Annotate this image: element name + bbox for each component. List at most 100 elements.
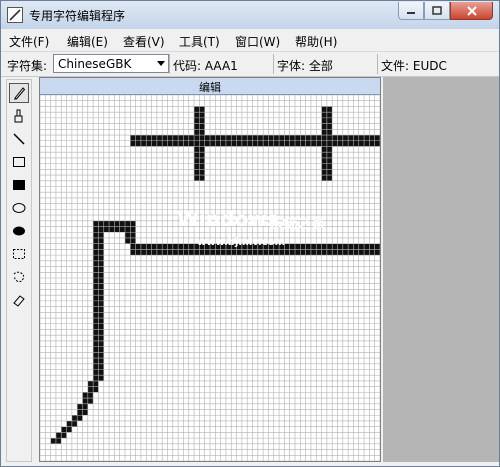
filled-cell[interactable] xyxy=(93,283,99,290)
filled-cell[interactable] xyxy=(98,243,104,250)
filled-cell[interactable] xyxy=(305,135,311,141)
filled-cell[interactable] xyxy=(321,106,327,113)
pencil-tool[interactable] xyxy=(9,83,29,103)
filled-cell[interactable] xyxy=(93,300,99,307)
filled-cell[interactable] xyxy=(50,438,56,444)
filled-cell[interactable] xyxy=(300,135,306,141)
filled-cell[interactable] xyxy=(321,140,327,147)
filled-cell[interactable] xyxy=(326,169,333,176)
filled-cell[interactable] xyxy=(93,220,99,227)
filled-cell[interactable] xyxy=(98,358,104,364)
filled-cell[interactable] xyxy=(194,112,200,118)
filled-cell[interactable] xyxy=(210,135,216,141)
filled-cell[interactable] xyxy=(93,358,99,364)
filled-cell[interactable] xyxy=(284,243,290,250)
eraser-tool[interactable] xyxy=(9,290,29,310)
filled-cell[interactable] xyxy=(167,140,173,147)
filled-ellipse-tool[interactable] xyxy=(9,221,29,241)
filled-cell[interactable] xyxy=(87,398,94,404)
filled-cell[interactable] xyxy=(194,140,200,147)
maximize-button[interactable] xyxy=(424,2,450,20)
filled-cell[interactable] xyxy=(77,403,83,410)
filled-cell[interactable] xyxy=(130,220,136,227)
filled-cell[interactable] xyxy=(295,243,301,250)
filled-cell[interactable] xyxy=(337,249,343,256)
filled-cell[interactable] xyxy=(321,117,327,124)
filled-cell[interactable] xyxy=(140,243,147,250)
filled-cell[interactable] xyxy=(199,249,205,256)
filled-cell[interactable] xyxy=(119,226,125,233)
filled-cell[interactable] xyxy=(194,129,200,136)
filled-cell[interactable] xyxy=(156,135,163,141)
menu-window[interactable]: 窗口(W) xyxy=(235,33,280,50)
filled-cell[interactable] xyxy=(369,135,375,141)
filled-cell[interactable] xyxy=(326,112,333,118)
close-button[interactable] xyxy=(450,2,493,20)
filled-cell[interactable] xyxy=(119,220,125,227)
filled-cell[interactable] xyxy=(188,249,195,256)
filled-cell[interactable] xyxy=(98,363,104,370)
filled-cell[interactable] xyxy=(316,243,322,250)
title-bar[interactable]: 专用字符编辑程序 xyxy=(1,1,499,29)
filled-cell[interactable] xyxy=(93,249,99,256)
filled-cell[interactable] xyxy=(93,318,99,324)
filled-cell[interactable] xyxy=(151,135,157,141)
filled-cell[interactable] xyxy=(326,129,333,136)
filled-cell[interactable] xyxy=(199,175,205,181)
filled-cell[interactable] xyxy=(289,243,295,250)
filled-cell[interactable] xyxy=(194,106,200,113)
filled-cell[interactable] xyxy=(252,249,258,256)
filled-cell[interactable] xyxy=(204,140,210,147)
filled-cell[interactable] xyxy=(183,243,189,250)
filled-cell[interactable] xyxy=(252,135,258,141)
filled-cell[interactable] xyxy=(252,140,258,147)
filled-cell[interactable] xyxy=(135,140,141,147)
filled-cell[interactable] xyxy=(241,135,248,141)
line-tool[interactable] xyxy=(9,129,29,149)
filled-cell[interactable] xyxy=(61,426,67,433)
filled-cell[interactable] xyxy=(98,318,104,324)
filled-cell[interactable] xyxy=(199,169,205,176)
filled-cell[interactable] xyxy=(247,135,253,141)
filled-cell[interactable] xyxy=(310,140,317,147)
filled-cell[interactable] xyxy=(321,249,327,256)
filled-cell[interactable] xyxy=(321,157,327,164)
filled-cell[interactable] xyxy=(220,249,226,256)
filled-cell[interactable] xyxy=(326,249,333,256)
filled-cell[interactable] xyxy=(55,432,62,439)
filled-cell[interactable] xyxy=(98,335,104,341)
filled-cell[interactable] xyxy=(305,249,311,256)
filled-cell[interactable] xyxy=(188,140,195,147)
filled-cell[interactable] xyxy=(103,226,110,233)
filled-cell[interactable] xyxy=(199,152,205,158)
filled-cell[interactable] xyxy=(98,340,104,347)
filled-cell[interactable] xyxy=(98,278,104,284)
filled-cell[interactable] xyxy=(215,140,221,147)
filled-cell[interactable] xyxy=(326,243,333,250)
filled-cell[interactable] xyxy=(369,243,375,250)
filled-cell[interactable] xyxy=(358,249,365,256)
filled-cell[interactable] xyxy=(93,226,99,233)
filled-cell[interactable] xyxy=(289,249,295,256)
filled-cell[interactable] xyxy=(316,135,322,141)
filled-cell[interactable] xyxy=(93,363,99,370)
filled-cell[interactable] xyxy=(172,243,179,250)
brush-tool[interactable] xyxy=(9,106,29,126)
filled-cell[interactable] xyxy=(114,226,120,233)
filled-cell[interactable] xyxy=(273,249,280,256)
filled-cell[interactable] xyxy=(353,135,359,141)
filled-cell[interactable] xyxy=(71,420,78,427)
filled-cell[interactable] xyxy=(369,249,375,256)
filled-cell[interactable] xyxy=(162,249,168,256)
filled-cell[interactable] xyxy=(364,135,370,141)
filled-cell[interactable] xyxy=(321,152,327,158)
filled-cell[interactable] xyxy=(332,140,338,147)
filled-cell[interactable] xyxy=(146,140,152,147)
filled-cell[interactable] xyxy=(178,249,184,256)
charset-select[interactable]: ChineseGBK xyxy=(53,54,169,73)
filled-cell[interactable] xyxy=(353,249,359,256)
filled-cell[interactable] xyxy=(146,135,152,141)
filled-cell[interactable] xyxy=(194,175,200,181)
filled-cell[interactable] xyxy=(321,135,327,141)
filled-cell[interactable] xyxy=(98,226,104,233)
